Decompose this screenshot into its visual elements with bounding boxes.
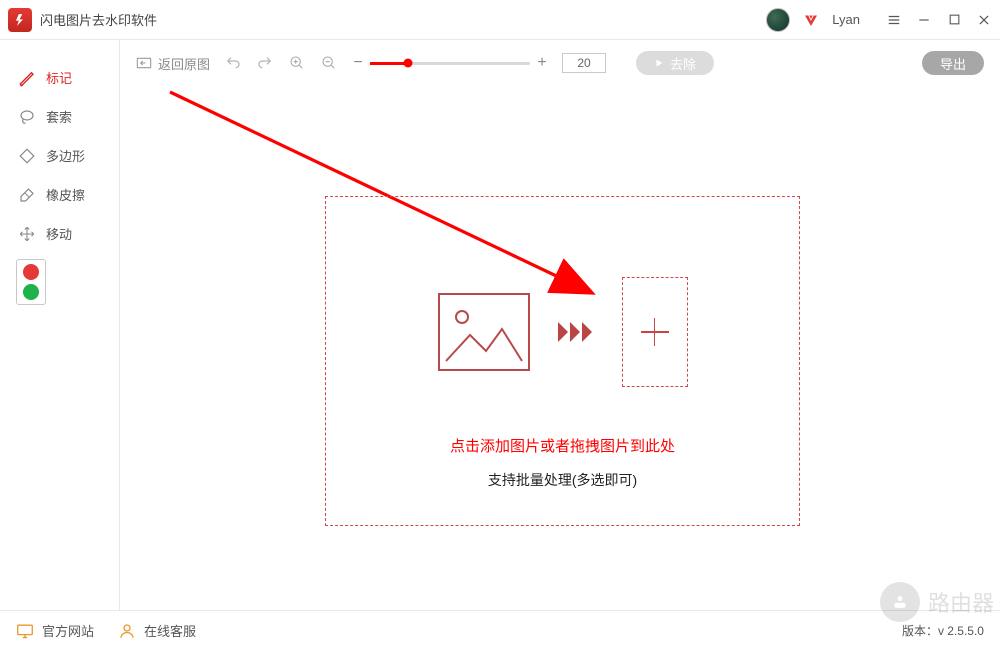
- drop-hint-primary: 点击添加图片或者拖拽图片到此处: [450, 435, 675, 456]
- top-toolbar: 返回原图 − + 20: [120, 40, 1000, 86]
- image-placeholder-icon: [438, 293, 530, 371]
- brush-size-slider[interactable]: − +: [352, 54, 548, 72]
- app-title: 闪电图片去水印软件: [40, 10, 157, 29]
- brush-size-value[interactable]: 20: [562, 53, 606, 73]
- chevrons-right-icon: [556, 320, 596, 344]
- image-watermark: 路由器: [880, 582, 994, 622]
- swatch-green[interactable]: [23, 284, 39, 300]
- monitor-icon: [16, 622, 34, 640]
- footer: 官方网站 在线客服 版本：v 2.5.5.0: [0, 610, 1000, 650]
- sidebar: 标记 套索 多边形 橡皮擦 移动: [0, 40, 120, 610]
- move-icon: [18, 225, 36, 243]
- export-button[interactable]: 导出: [922, 51, 984, 75]
- main-area: 返回原图 − + 20: [120, 40, 1000, 610]
- polygon-icon: [18, 147, 36, 165]
- tool-label: 橡皮擦: [46, 185, 85, 204]
- tool-label: 套索: [46, 107, 72, 126]
- watermark-text: 路由器: [928, 586, 994, 618]
- tool-lasso[interactable]: 套索: [0, 97, 119, 136]
- swatch-red[interactable]: [23, 264, 39, 280]
- titlebar: 闪电图片去水印软件 Lyan: [0, 0, 1000, 40]
- support-label: 在线客服: [144, 621, 196, 640]
- plus-icon: [641, 318, 669, 346]
- drop-zone[interactable]: 点击添加图片或者拖拽图片到此处 支持批量处理(多选即可): [325, 196, 800, 526]
- canvas: 点击添加图片或者拖拽图片到此处 支持批量处理(多选即可): [120, 86, 1000, 610]
- menu-icon[interactable]: [886, 12, 902, 28]
- tool-mark[interactable]: 标记: [0, 58, 119, 97]
- tool-polygon[interactable]: 多边形: [0, 136, 119, 175]
- zoom-out-icon[interactable]: [320, 55, 338, 71]
- tool-label: 移动: [46, 224, 72, 243]
- close-icon[interactable]: [976, 12, 992, 28]
- support-link[interactable]: 在线客服: [118, 621, 196, 640]
- marker-icon: [18, 69, 36, 87]
- version-label: 版本：v 2.5.5.0: [902, 622, 984, 639]
- slider-plus-icon[interactable]: +: [536, 54, 548, 72]
- avatar[interactable]: [766, 8, 790, 32]
- zoom-in-icon[interactable]: [288, 55, 306, 71]
- support-icon: [118, 622, 136, 640]
- tool-label: 标记: [46, 68, 72, 87]
- maximize-icon[interactable]: [946, 12, 962, 28]
- app-logo: [8, 8, 32, 32]
- add-image-button[interactable]: [622, 277, 688, 387]
- export-label: 导出: [940, 54, 966, 73]
- username[interactable]: Lyan: [832, 12, 860, 27]
- lasso-icon: [18, 108, 36, 126]
- redo-icon[interactable]: [256, 55, 274, 71]
- minimize-icon[interactable]: [916, 12, 932, 28]
- official-site-link[interactable]: 官方网站: [16, 621, 94, 640]
- color-swatch[interactable]: [16, 259, 46, 305]
- tool-eraser[interactable]: 橡皮擦: [0, 175, 119, 214]
- slider-track[interactable]: [370, 62, 530, 65]
- back-to-original-button[interactable]: 返回原图: [136, 54, 210, 73]
- eraser-icon: [18, 186, 36, 204]
- slider-knob[interactable]: [404, 59, 413, 68]
- remove-button[interactable]: 去除: [636, 51, 714, 75]
- drop-hint-secondary: 支持批量处理(多选即可): [488, 470, 637, 490]
- site-label: 官方网站: [42, 621, 94, 640]
- tool-move[interactable]: 移动: [0, 214, 119, 253]
- slider-minus-icon[interactable]: −: [352, 54, 364, 72]
- remove-label: 去除: [670, 54, 696, 73]
- vip-badge-icon: [802, 11, 820, 29]
- tool-label: 多边形: [46, 146, 85, 165]
- back-label: 返回原图: [158, 54, 210, 73]
- undo-icon[interactable]: [224, 55, 242, 71]
